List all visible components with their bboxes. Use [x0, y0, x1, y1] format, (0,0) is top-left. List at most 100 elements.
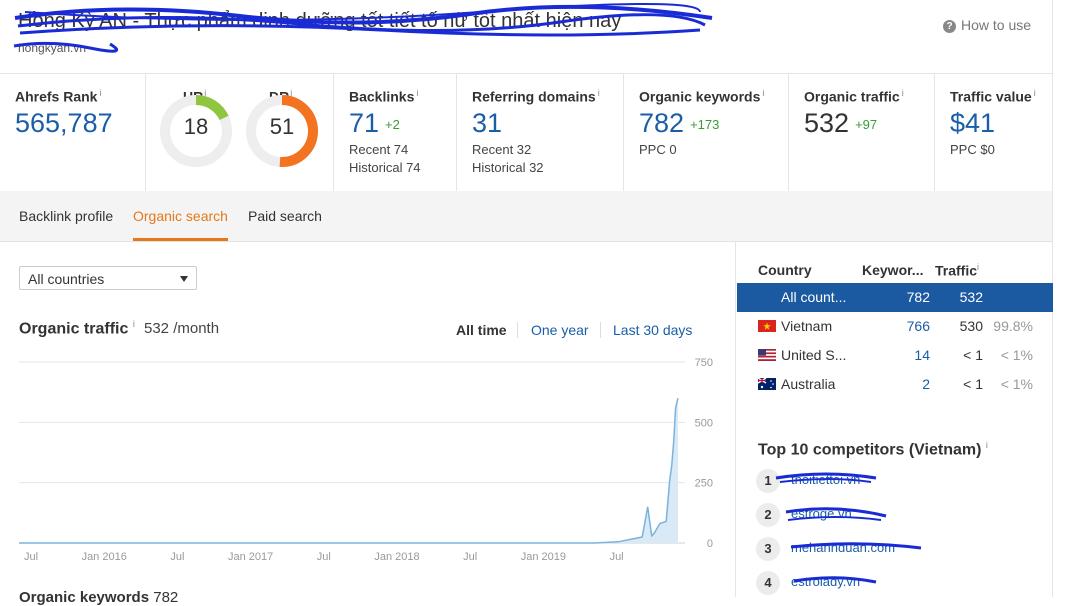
metric-delta: +97: [855, 117, 878, 132]
col-traffic[interactable]: Traffici: [935, 262, 979, 279]
metric-backlinks: Backlinks i 71 +2 Recent 74 Historical 74: [334, 74, 457, 191]
competitors-heading: Top 10 competitors (Vietnam) i: [758, 440, 988, 459]
us-flag-icon: [758, 349, 776, 361]
info-icon[interactable]: i: [762, 88, 764, 98]
y-tick-label: 750: [695, 357, 713, 369]
x-tick-label: Jan 2017: [228, 551, 273, 563]
country-row-vietnam[interactable]: Vietnam 766 530 99.8%: [737, 312, 1053, 341]
tab-backlink-profile[interactable]: Backlink profile: [19, 208, 113, 224]
metric-referring-domains: Referring domains i 31 Recent 32 Historic…: [457, 74, 624, 191]
col-traffic-label: Traffic: [935, 262, 978, 279]
ur-value: 18: [183, 114, 209, 139]
country-row-united-states[interactable]: United S... 14 < 1 < 1%: [737, 341, 1053, 370]
country-row-all[interactable]: All count... 782 532: [737, 283, 1053, 312]
tab-organic-search[interactable]: Organic search: [133, 208, 228, 224]
metric-value: 565,787: [15, 108, 113, 138]
metric-value[interactable]: 782: [639, 108, 684, 138]
info-icon[interactable]: i: [986, 440, 988, 450]
metric-delta: +2: [385, 117, 400, 132]
x-tick-label: Jul: [317, 551, 331, 563]
metric-label: Traffic value: [950, 88, 1032, 105]
info-icon[interactable]: i: [416, 88, 418, 98]
heading-text: Organic traffic: [19, 320, 129, 338]
metric-label: Backlinks: [349, 88, 415, 105]
col-keywords[interactable]: Keywor...: [862, 262, 923, 278]
col-country[interactable]: Country: [758, 262, 812, 278]
metric-recent: Recent 32: [472, 142, 532, 157]
x-tick-label: Jan 2019: [521, 551, 566, 563]
dr-value: 51: [269, 114, 295, 139]
section-tabs: Backlink profile Organic search Paid sea…: [0, 191, 1052, 242]
info-icon[interactable]: i: [598, 88, 600, 98]
country-keywords[interactable]: 2: [922, 376, 930, 392]
range-one-year[interactable]: One year: [531, 322, 589, 338]
metric-organic-keywords: Organic keywords i 782 +173 PPC 0: [624, 74, 789, 191]
question-icon: ?: [943, 20, 956, 33]
country-name: Australia: [781, 376, 836, 392]
metric-organic-traffic: Organic traffic i 532 +97: [789, 74, 935, 191]
competitor-name[interactable]: estroge.vn: [791, 506, 852, 521]
page: Hồng Kỳ AN - Thực phẩm dinh dưỡng tốt ti…: [0, 0, 1053, 606]
metric-historical: Historical 74: [349, 160, 421, 175]
metric-value: 532: [804, 108, 850, 138]
active-tab-indicator: [133, 238, 228, 241]
site-url[interactable]: hongkyan.vn: [18, 41, 86, 55]
metric-ahrefs-rank: Ahrefs Rank i 565,787: [0, 74, 146, 191]
metric-value[interactable]: 31: [472, 108, 502, 139]
info-icon[interactable]: i: [133, 319, 135, 329]
y-tick-label: 0: [707, 538, 713, 550]
metric-ppc: PPC 0: [639, 142, 677, 157]
country-share: 99.8%: [993, 318, 1033, 334]
metric-historical: Historical 32: [472, 160, 544, 175]
metric-label: Organic keywords: [639, 88, 761, 105]
x-tick-label: Jul: [463, 551, 477, 563]
country-keywords[interactable]: 766: [907, 318, 930, 334]
y-tick-label: 500: [695, 417, 713, 429]
organic-traffic-heading: Organic traffic i: [19, 319, 135, 338]
country-name: All count...: [781, 289, 847, 305]
country-share: < 1%: [1000, 376, 1033, 392]
heading-value: 782: [153, 589, 179, 606]
competitor-name[interactable]: thoitiettoi.vn: [791, 472, 860, 487]
heading-text: Organic keywords: [19, 589, 150, 606]
range-divider: [517, 322, 518, 338]
x-tick-label: Jan 2018: [374, 551, 419, 563]
caret-down-icon: [180, 276, 188, 282]
metric-ppc: PPC $0: [950, 142, 995, 157]
metric-label: Referring domains: [472, 88, 596, 105]
x-tick-label: Jul: [24, 551, 38, 563]
info-icon[interactable]: i: [977, 262, 979, 272]
metric-value: $41: [950, 108, 996, 138]
country-keywords[interactable]: 14: [914, 347, 930, 363]
info-icon[interactable]: i: [1034, 88, 1036, 98]
country-name: United S...: [781, 347, 847, 363]
competitor-rank: 3: [756, 537, 780, 561]
range-divider: [600, 322, 601, 338]
competitor-name[interactable]: estrolady.vn: [791, 574, 860, 589]
how-to-use-link[interactable]: ? How to use: [943, 17, 1031, 33]
country-traffic: 532: [959, 289, 983, 305]
tab-paid-search[interactable]: Paid search: [248, 208, 322, 224]
country-name: Vietnam: [781, 318, 833, 334]
traffic-line: [19, 398, 679, 544]
range-last-30-days[interactable]: Last 30 days: [613, 322, 692, 338]
country-keywords: 782: [906, 289, 930, 305]
x-tick-label: Jul: [610, 551, 624, 563]
info-icon[interactable]: i: [99, 88, 101, 98]
metric-label: Ahrefs Rank: [15, 88, 98, 105]
competitor-name[interactable]: mehanhduan.com: [791, 540, 895, 555]
country-traffic: 530: [959, 318, 983, 334]
range-all-time[interactable]: All time: [456, 322, 507, 338]
info-icon[interactable]: i: [902, 88, 904, 98]
organic-keywords-heading: Organic keywords 782: [19, 589, 178, 606]
country-panel: Country Keywor... Traffici All count... …: [735, 242, 1053, 597]
competitor-rank: 1: [756, 469, 780, 493]
country-dropdown[interactable]: All countries: [19, 266, 197, 290]
country-traffic: < 1: [963, 376, 983, 392]
metric-value[interactable]: 71: [349, 108, 379, 138]
metric-ur-dr: URi 18 DRi 51: [146, 74, 334, 191]
competitor-rank: 2: [756, 503, 780, 527]
metric-delta: +173: [690, 117, 720, 132]
country-row-australia[interactable]: Australia 2 < 1 < 1%: [737, 370, 1053, 399]
x-tick-label: Jan 2016: [82, 551, 127, 563]
